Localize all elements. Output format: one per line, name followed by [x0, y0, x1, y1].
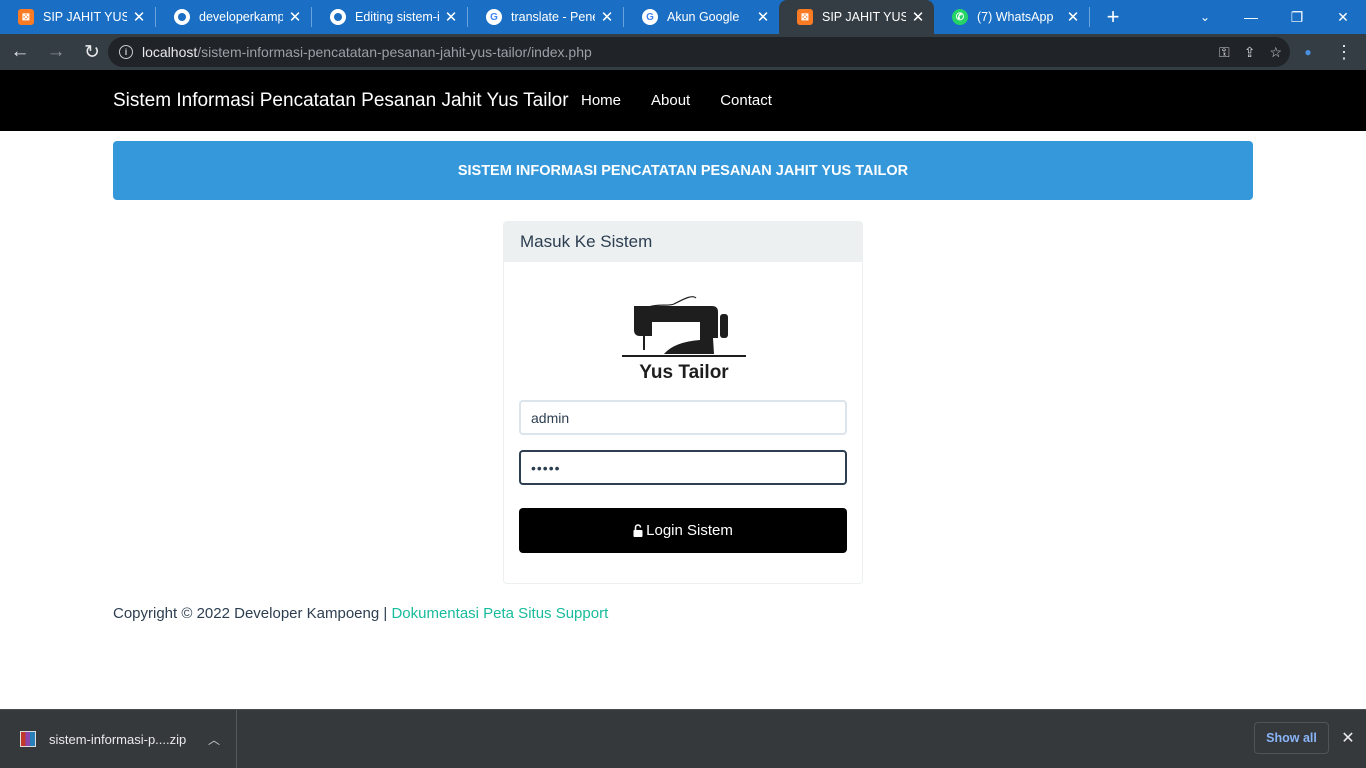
url-host: localhost: [142, 44, 198, 60]
download-bar: sistem-informasi-p....zip ︿ Show all ✕: [0, 709, 1366, 768]
site-brand[interactable]: Sistem Informasi Pencatatan Pesanan Jahi…: [113, 70, 569, 131]
close-icon[interactable]: ✕: [755, 8, 771, 26]
new-tab-button[interactable]: +: [1098, 0, 1128, 34]
close-icon[interactable]: ✕: [1338, 728, 1358, 748]
url-text[interactable]: localhost/sistem-informasi-pencatatan-pe…: [142, 44, 592, 60]
omnibox-actions: ⚿ ⇪ ☆: [1219, 37, 1282, 67]
star-icon[interactable]: ☆: [1269, 44, 1282, 61]
tab-title: translate - Penelusuran: [511, 10, 595, 24]
tab-divider: [1089, 7, 1090, 27]
logo-text: Yus Tailor: [639, 362, 729, 383]
tab-title: Editing sistem-informasi: [355, 10, 439, 24]
login-button[interactable]: Login Sistem: [519, 508, 847, 553]
xampp-icon: ⊠: [797, 9, 813, 25]
github-icon: [174, 9, 190, 25]
close-window-icon[interactable]: ✕: [1320, 0, 1366, 34]
share-icon[interactable]: ⇪: [1244, 44, 1256, 61]
nav-link-contact[interactable]: Contact: [705, 70, 787, 131]
key-icon[interactable]: ⚿: [1219, 44, 1230, 61]
close-icon[interactable]: ✕: [443, 8, 459, 26]
google-icon: G: [642, 9, 658, 25]
show-all-button[interactable]: Show all: [1254, 722, 1329, 754]
nav-link-about[interactable]: About: [636, 70, 705, 131]
kebab-menu-icon[interactable]: ⋮: [1335, 40, 1353, 64]
xampp-icon: ⊠: [18, 9, 34, 25]
google-icon: G: [486, 9, 502, 25]
close-icon[interactable]: ✕: [599, 8, 615, 26]
whatsapp-icon: ✆: [952, 9, 968, 25]
tab-title: SIP JAHIT YUS TAILOR: [822, 10, 906, 24]
browser-tab[interactable]: ✆ (7) WhatsApp ✕: [934, 0, 1089, 34]
browser-tab[interactable]: Editing sistem-informasi ✕: [312, 0, 467, 34]
browser-tab-active[interactable]: ⊠ SIP JAHIT YUS TAILOR ✕: [779, 0, 934, 34]
url-path: /sistem-informasi-pencatatan-pesanan-jah…: [197, 44, 592, 60]
reload-icon[interactable]: ↻: [76, 36, 108, 68]
browser-tab[interactable]: G Akun Google ✕: [624, 0, 779, 34]
browser-tabstrip: ⊠ SIP JAHIT YUS TAILOR ✕ developerkampoe…: [0, 0, 1366, 34]
unlock-icon: [633, 524, 643, 537]
address-bar[interactable]: i localhost/sistem-informasi-pencatatan-…: [108, 37, 1290, 67]
back-arrow-icon[interactable]: ←: [4, 36, 36, 68]
username-input[interactable]: [519, 400, 847, 435]
login-panel: Masuk Ke Sistem Yus Tailor Login Sistem: [503, 221, 863, 584]
tab-title: Akun Google: [667, 10, 740, 24]
yus-tailor-logo: Yus Tailor: [622, 296, 746, 383]
site-navbar: Sistem Informasi Pencatatan Pesanan Jahi…: [0, 70, 1366, 131]
download-item[interactable]: sistem-informasi-p....zip ︿: [0, 710, 237, 768]
tab-title: developerkampoeng: [199, 10, 283, 24]
login-button-label: Login Sistem: [646, 522, 733, 539]
browser-toolbar: ← → ↻ i localhost/sistem-informasi-penca…: [0, 34, 1366, 70]
panel-heading: Masuk Ke Sistem: [504, 222, 862, 262]
footer-link[interactable]: Dokumentasi Peta Situs Support: [391, 605, 608, 622]
forward-arrow-icon[interactable]: →: [40, 36, 72, 68]
browser-tab[interactable]: G translate - Penelusuran ✕: [468, 0, 623, 34]
profile-icon[interactable]: ●: [1300, 44, 1316, 60]
banner-text: SISTEM INFORMASI PENCATATAN PESANAN JAHI…: [457, 162, 909, 179]
browser-tab[interactable]: ⊠ SIP JAHIT YUS TAILOR ✕: [0, 0, 155, 34]
tab-search-icon[interactable]: ⌄: [1192, 0, 1218, 34]
info-icon[interactable]: i: [119, 45, 133, 59]
close-icon[interactable]: ✕: [1065, 8, 1081, 26]
github-icon: [330, 9, 346, 25]
browser-tab[interactable]: developerkampoeng ✕: [156, 0, 311, 34]
nav-link-home[interactable]: Home: [566, 70, 636, 131]
password-input[interactable]: [519, 450, 847, 485]
nav-links: Home About Contact: [566, 70, 787, 131]
tab-title: SIP JAHIT YUS TAILOR: [43, 10, 127, 24]
download-file-name: sistem-informasi-p....zip: [49, 731, 187, 747]
zip-file-icon: [20, 731, 36, 747]
page-footer: Copyright © 2022 Developer Kampoeng | Do…: [113, 605, 608, 622]
close-icon[interactable]: ✕: [287, 8, 303, 26]
copyright-text: Copyright © 2022 Developer Kampoeng |: [113, 605, 392, 622]
minimize-icon[interactable]: —: [1228, 0, 1274, 34]
page-banner: SISTEM INFORMASI PENCATATAN PESANAN JAHI…: [113, 141, 1253, 200]
restore-icon[interactable]: ❐: [1274, 0, 1320, 34]
chevron-up-icon[interactable]: ︿: [208, 731, 220, 748]
window-controls: — ❐ ✕: [1228, 0, 1366, 34]
close-icon[interactable]: ✕: [910, 8, 926, 26]
close-icon[interactable]: ✕: [131, 8, 147, 26]
tab-title: (7) WhatsApp: [977, 10, 1054, 24]
